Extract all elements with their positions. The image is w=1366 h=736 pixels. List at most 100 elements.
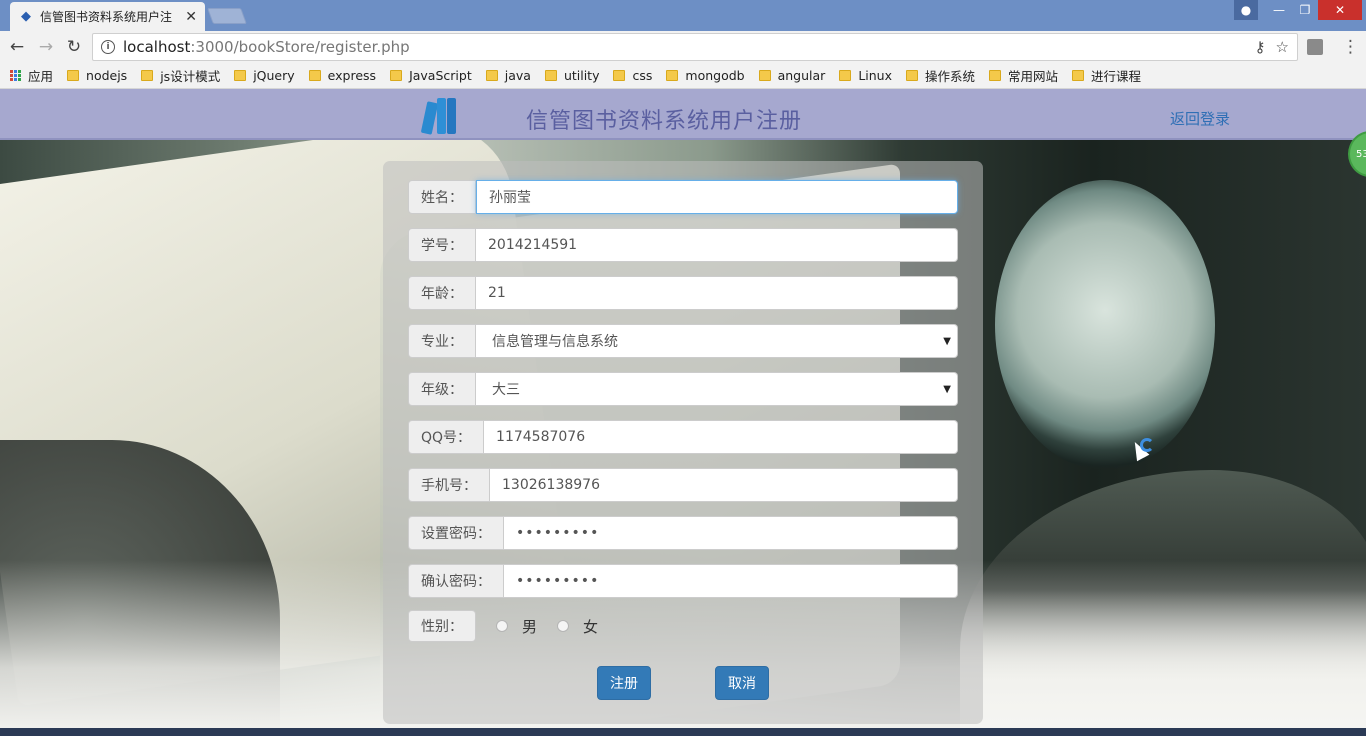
bookmark-item[interactable]: Linux: [839, 68, 892, 83]
bookmark-label: js设计模式: [160, 69, 221, 84]
bookmark-item[interactable]: express: [308, 68, 377, 83]
password-input[interactable]: •••••••••: [504, 516, 958, 550]
bookmark-label: 应用: [28, 69, 54, 84]
qq-input[interactable]: 1174587076: [484, 420, 958, 454]
reload-icon[interactable]: ↻: [63, 37, 85, 57]
page-title: 信管图书资料系统用户注册: [526, 109, 803, 134]
bookmark-label: css: [632, 68, 653, 83]
bookmark-item[interactable]: nodejs: [67, 68, 127, 83]
dropdown-caret-icon: ▼: [943, 335, 951, 347]
grade-label: 年级：: [408, 372, 476, 406]
browser-toolbar: ← → ↻ i localhost:3000/bookStore/registe…: [0, 31, 1366, 63]
phone-input[interactable]: 13026138976: [490, 468, 958, 502]
extension-icon[interactable]: [1307, 39, 1323, 55]
grade-selected-value: 大三: [492, 382, 520, 398]
folder-icon: [989, 70, 1002, 81]
key-icon[interactable]: ⚷: [1255, 38, 1266, 56]
gender-male-radio[interactable]: [496, 620, 508, 632]
bookmark-star-icon[interactable]: ☆: [1276, 38, 1289, 56]
bookmark-item[interactable]: js设计模式: [141, 66, 220, 85]
bookmark-apps[interactable]: 应用: [10, 66, 53, 85]
name-input[interactable]: 孙丽莹: [476, 180, 958, 214]
bookmark-item[interactable]: css: [613, 68, 652, 83]
age-input[interactable]: 21: [476, 276, 958, 310]
tab-close-icon[interactable]: ✕: [185, 9, 197, 25]
grade-row: 年级： 大三 ▼: [408, 372, 958, 406]
bookmark-item[interactable]: utility: [544, 68, 599, 83]
minimize-icon[interactable]: —: [1266, 0, 1292, 20]
maximize-icon[interactable]: ❐: [1292, 0, 1318, 20]
password-row: 设置密码： •••••••••: [408, 516, 958, 550]
bookmark-item[interactable]: 常用网站: [989, 66, 1058, 85]
folder-icon: [67, 70, 80, 81]
name-label: 姓名：: [408, 180, 476, 214]
gender-label: 性别：: [408, 610, 476, 642]
address-bar[interactable]: i localhost:3000/bookStore/register.php …: [92, 33, 1298, 61]
bookmark-item[interactable]: JavaScript: [390, 68, 472, 83]
bookmarks-bar: 应用 nodejs js设计模式 jQuery express JavaScri…: [0, 63, 1366, 89]
url-path: :3000/bookStore/register.php: [190, 38, 410, 56]
major-select[interactable]: 信息管理与信息系统 ▼: [476, 324, 958, 358]
bookmark-label: 常用网站: [1008, 69, 1059, 84]
bookmark-label: nodejs: [86, 68, 128, 83]
apps-grid-icon: [10, 70, 21, 81]
bookmark-label: express: [327, 68, 377, 83]
major-selected-value: 信息管理与信息系统: [492, 334, 618, 350]
browser-tab[interactable]: ◆ 信管图书资料系统用户注 ✕: [10, 2, 205, 31]
site-info-icon[interactable]: i: [101, 40, 115, 54]
folder-icon: [485, 70, 498, 81]
folder-icon: [906, 70, 918, 81]
user-profile-icon[interactable]: ●: [1234, 0, 1258, 20]
url-host: localhost: [123, 38, 191, 56]
name-row: 姓名： 孙丽莹: [408, 180, 958, 214]
student-id-row: 学号： 2014214591: [408, 228, 958, 262]
page-header: 信管图书资料系统用户注册 返回登录: [0, 89, 1366, 140]
bookmark-label: angular: [777, 68, 826, 83]
tab-title: 信管图书资料系统用户注: [40, 10, 173, 24]
bookmark-item[interactable]: 操作系统: [906, 66, 975, 85]
bookmark-label: jQuery: [253, 68, 295, 83]
gender-female-radio[interactable]: [557, 620, 570, 632]
phone-label: 手机号：: [408, 468, 490, 502]
back-to-login-link[interactable]: 返回登录: [1170, 108, 1230, 129]
bookmark-item[interactable]: 进行课程: [1072, 66, 1141, 85]
bookmark-label: mongodb: [685, 68, 745, 83]
browser-menu-icon[interactable]: ⋮: [1342, 37, 1359, 57]
qq-label: QQ号：: [408, 420, 485, 454]
forward-arrow-icon[interactable]: →: [35, 37, 57, 57]
folder-icon: [544, 70, 557, 81]
bookmark-item[interactable]: angular: [758, 68, 826, 83]
back-arrow-icon[interactable]: ←: [6, 37, 28, 57]
new-tab-button[interactable]: [207, 8, 247, 24]
folder-icon: [1072, 70, 1085, 81]
confirm-password-row: 确认密码： •••••••••: [408, 564, 958, 598]
bookmark-item[interactable]: jQuery: [234, 68, 295, 83]
gender-male-label[interactable]: 男: [522, 616, 537, 637]
register-button[interactable]: 注册: [597, 666, 651, 700]
grade-select[interactable]: 大三 ▼: [476, 372, 958, 406]
page-favicon-icon: ◆: [21, 9, 31, 24]
folder-icon: [141, 70, 154, 81]
browser-titlebar: ◆ 信管图书资料系统用户注 ✕ ● — ❐ ✕: [0, 0, 1366, 31]
gender-row: 性别： 男 女: [408, 610, 598, 642]
os-taskbar: [0, 728, 1366, 736]
folder-icon: [613, 70, 626, 81]
age-row: 年龄： 21: [408, 276, 958, 310]
close-window-icon[interactable]: ✕: [1318, 0, 1362, 20]
gender-female-label[interactable]: 女: [583, 616, 598, 637]
folder-icon: [758, 70, 771, 81]
confirm-password-input[interactable]: •••••••••: [504, 564, 958, 598]
bookmark-label: JavaScript: [409, 68, 472, 83]
folder-icon: [666, 70, 679, 81]
bookmark-item[interactable]: mongodb: [666, 68, 745, 83]
major-row: 专业： 信息管理与信息系统 ▼: [408, 324, 958, 358]
age-label: 年龄：: [408, 276, 476, 310]
student-id-input[interactable]: 2014214591: [476, 228, 958, 262]
folder-icon: [308, 70, 321, 81]
student-id-label: 学号：: [408, 228, 476, 262]
cancel-button[interactable]: 取消: [715, 666, 769, 700]
bookmark-item[interactable]: java: [485, 68, 531, 83]
folder-icon: [390, 70, 403, 81]
url-text[interactable]: localhost:3000/bookStore/register.php: [123, 38, 1245, 56]
books-logo-icon: [420, 96, 458, 135]
